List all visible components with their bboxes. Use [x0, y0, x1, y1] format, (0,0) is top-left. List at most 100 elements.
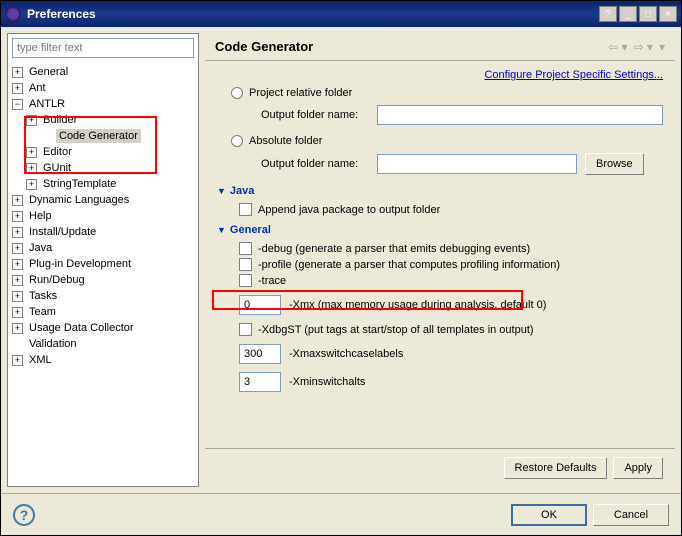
expand-icon[interactable]: +: [26, 163, 37, 174]
output-folder-input-2[interactable]: [377, 154, 577, 174]
tree-item-gunit[interactable]: +GUnit: [8, 160, 198, 176]
tree-item-stringtemplate[interactable]: +StringTemplate: [8, 176, 198, 192]
filter-container: [12, 38, 194, 58]
nav-back-icon[interactable]: ⇦ ▾: [608, 40, 627, 54]
leaf-icon: [42, 131, 53, 142]
check-profile[interactable]: [239, 258, 252, 271]
expand-icon[interactable]: +: [12, 243, 23, 254]
java-section-header[interactable]: ▼ Java: [217, 185, 663, 197]
leaf-icon: [12, 339, 23, 350]
tree-item-code-generator[interactable]: Code Generator: [8, 128, 198, 144]
tree-item-label: ANTLR: [26, 97, 68, 111]
tree-item-label: Validation: [26, 337, 80, 351]
tree-item-label: General: [26, 65, 71, 79]
tree-item-java[interactable]: +Java: [8, 240, 198, 256]
tree-item-builder[interactable]: +Builder: [8, 112, 198, 128]
tree-item-label: Java: [26, 241, 55, 255]
twistie-icon: ▼: [217, 225, 226, 235]
expand-icon[interactable]: +: [12, 307, 23, 318]
output-folder-input-1[interactable]: [377, 105, 663, 125]
expand-icon[interactable]: +: [12, 323, 23, 334]
browse-button[interactable]: Browse: [585, 153, 644, 175]
check-debug[interactable]: [239, 242, 252, 255]
tree-item-label: XML: [26, 353, 55, 367]
general-section-header[interactable]: ▼ General: [217, 224, 663, 236]
configure-project-link[interactable]: Configure Project Specific Settings...: [217, 69, 663, 81]
expand-icon[interactable]: +: [12, 275, 23, 286]
check-trace-label: -trace: [258, 275, 286, 287]
xminswitch-input[interactable]: [239, 372, 281, 392]
page-header: Code Generator ⇦ ▾ ⇨ ▾ ▾: [205, 33, 675, 61]
tree-item-general[interactable]: +General: [8, 64, 198, 80]
tree-item-editor[interactable]: +Editor: [8, 144, 198, 160]
xmx-input[interactable]: [239, 295, 281, 315]
tree-item-team[interactable]: +Team: [8, 304, 198, 320]
preferences-tree[interactable]: +General+Ant−ANTLR+BuilderCode Generator…: [8, 62, 198, 486]
tree-item-label: StringTemplate: [40, 177, 119, 191]
nav-menu-icon[interactable]: ▾: [659, 40, 665, 54]
tree-item-ant[interactable]: +Ant: [8, 80, 198, 96]
expand-icon[interactable]: +: [26, 179, 37, 190]
check-xdbgst-label: -XdbgST (put tags at start/stop of all t…: [258, 324, 534, 336]
minimize-button[interactable]: _: [619, 6, 637, 22]
tree-item-install-update[interactable]: +Install/Update: [8, 224, 198, 240]
content-footer: Restore Defaults Apply: [205, 448, 675, 487]
help-icon[interactable]: ?: [13, 504, 35, 526]
collapse-icon[interactable]: −: [12, 99, 23, 110]
tree-item-validation[interactable]: Validation: [8, 336, 198, 352]
expand-icon[interactable]: +: [12, 291, 23, 302]
apply-button[interactable]: Apply: [613, 457, 663, 479]
expand-icon[interactable]: +: [26, 147, 37, 158]
xmx-label: -Xmx (max memory usage during analysis, …: [289, 299, 546, 311]
xmaxswitch-input[interactable]: [239, 344, 281, 364]
output-folder-label-2: Output folder name:: [261, 158, 369, 170]
tree-item-xml[interactable]: +XML: [8, 352, 198, 368]
expand-icon[interactable]: +: [12, 227, 23, 238]
tree-item-antlr[interactable]: −ANTLR: [8, 96, 198, 112]
check-trace[interactable]: [239, 274, 252, 287]
expand-icon[interactable]: +: [12, 211, 23, 222]
tree-item-tasks[interactable]: +Tasks: [8, 288, 198, 304]
tree-item-label: Tasks: [26, 289, 60, 303]
radio-project-relative[interactable]: [231, 87, 243, 99]
cancel-button[interactable]: Cancel: [593, 504, 669, 526]
radio-project-relative-label: Project relative folder: [249, 87, 352, 99]
tree-item-plug-in-development[interactable]: +Plug-in Development: [8, 256, 198, 272]
tree-item-dynamic-languages[interactable]: +Dynamic Languages: [8, 192, 198, 208]
tree-item-label: Dynamic Languages: [26, 193, 132, 207]
close-button[interactable]: ×: [659, 6, 677, 22]
xmaxswitch-label: -Xmaxswitchcaselabels: [289, 348, 403, 360]
content-body: Configure Project Specific Settings... P…: [205, 61, 675, 448]
expand-icon[interactable]: +: [26, 115, 37, 126]
expand-icon[interactable]: +: [12, 259, 23, 270]
tree-item-label: Plug-in Development: [26, 257, 134, 271]
check-profile-label: -profile (generate a parser that compute…: [258, 259, 560, 271]
check-append-java-package[interactable]: [239, 203, 252, 216]
tree-item-usage-data-collector[interactable]: +Usage Data Collector: [8, 320, 198, 336]
check-debug-label: -debug (generate a parser that emits deb…: [258, 243, 530, 255]
tree-item-help[interactable]: +Help: [8, 208, 198, 224]
expand-icon[interactable]: +: [12, 67, 23, 78]
tree-item-label: Builder: [40, 113, 80, 127]
ok-button[interactable]: OK: [511, 504, 587, 526]
expand-icon[interactable]: +: [12, 83, 23, 94]
tree-item-label: Team: [26, 305, 59, 319]
check-append-java-package-label: Append java package to output folder: [258, 204, 440, 216]
radio-absolute[interactable]: [231, 135, 243, 147]
tree-item-label: GUnit: [40, 161, 74, 175]
tree-item-label: Install/Update: [26, 225, 99, 239]
xminswitch-label: -Xminswitchalts: [289, 376, 365, 388]
tree-item-label: Usage Data Collector: [26, 321, 137, 335]
preferences-sidebar: +General+Ant−ANTLR+BuilderCode Generator…: [7, 33, 199, 487]
dialog-footer: ? OK Cancel: [1, 493, 681, 535]
check-xdbgst[interactable]: [239, 323, 252, 336]
filter-input[interactable]: [12, 38, 194, 58]
nav-arrows: ⇦ ▾ ⇨ ▾ ▾: [608, 40, 665, 54]
help-titlebar-button[interactable]: ?: [599, 6, 617, 22]
tree-item-run-debug[interactable]: +Run/Debug: [8, 272, 198, 288]
nav-forward-icon[interactable]: ⇨ ▾: [634, 40, 653, 54]
maximize-button[interactable]: □: [639, 6, 657, 22]
expand-icon[interactable]: +: [12, 195, 23, 206]
expand-icon[interactable]: +: [12, 355, 23, 366]
restore-defaults-button[interactable]: Restore Defaults: [504, 457, 608, 479]
